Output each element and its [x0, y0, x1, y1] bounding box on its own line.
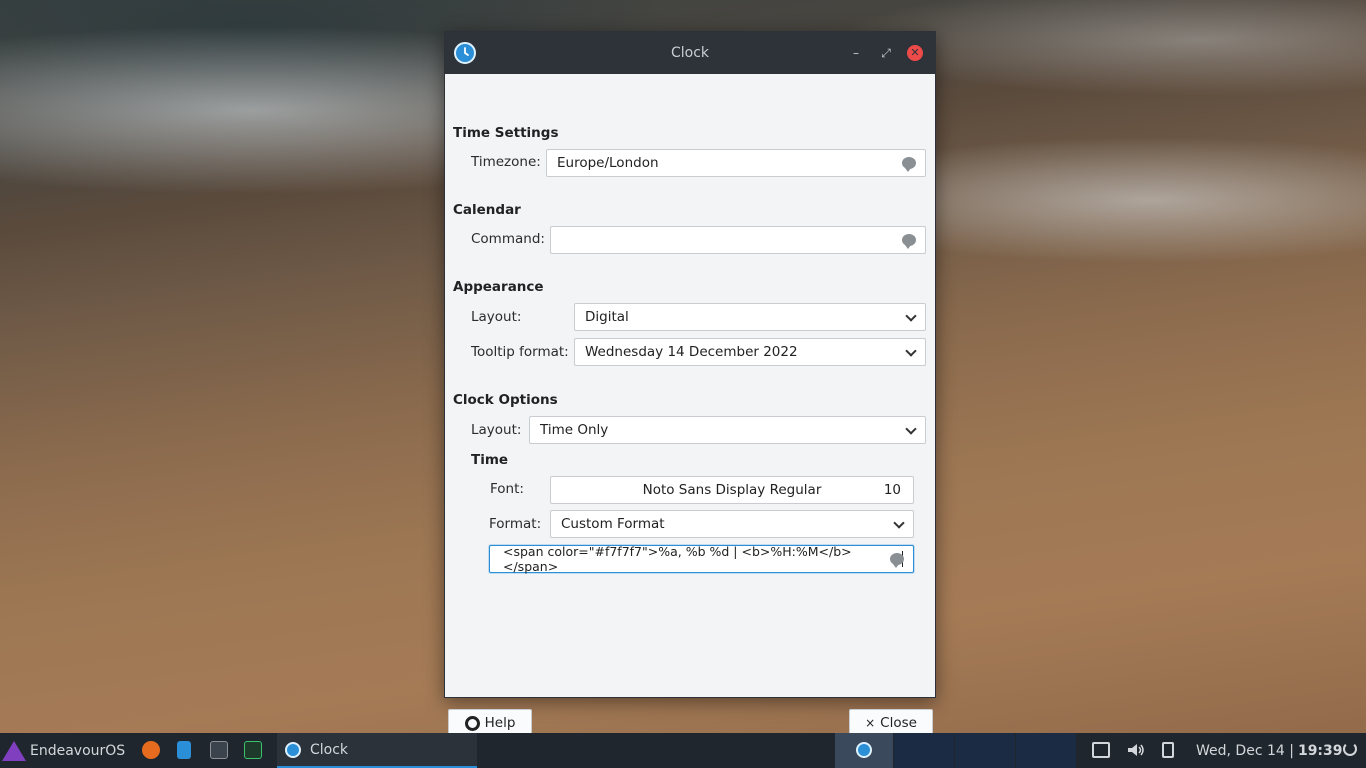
time-settings-heading: Time Settings	[453, 125, 559, 141]
taskbar-clock[interactable]: Wed, Dec 14 | 19:39	[1196, 733, 1343, 768]
display-icon[interactable]	[1092, 742, 1110, 758]
font-name: Noto Sans Display Regular	[642, 482, 822, 498]
appearance-layout-value: Digital	[585, 309, 629, 325]
dialog-content: Time Settings Timezone: Europe/London Ca…	[445, 74, 935, 737]
tooltip-format-value: Wednesday 14 December 2022	[585, 344, 798, 360]
lifebuoy-icon	[464, 715, 480, 731]
chevron-down-icon	[893, 517, 905, 529]
power-icon[interactable]	[1162, 742, 1174, 758]
font-label: Font:	[490, 481, 524, 497]
workspace-1[interactable]	[835, 733, 893, 768]
chevron-down-icon	[905, 310, 917, 322]
clock-settings-window: Clock – ⤢ ✕ Time Settings Timezone: Euro…	[444, 31, 936, 737]
tooltip-format-label: Tooltip format:	[471, 344, 569, 360]
appearance-heading: Appearance	[453, 279, 544, 295]
time-heading: Time	[471, 452, 509, 468]
font-size: 10	[883, 482, 901, 498]
firefox-icon[interactable]	[142, 741, 160, 759]
chevron-down-icon	[905, 345, 917, 357]
speech-bubble-icon[interactable]	[902, 234, 916, 249]
command-input[interactable]	[550, 226, 926, 254]
endeavouros-logo-icon	[2, 740, 26, 761]
tooltip-format-select[interactable]: Wednesday 14 December 2022	[574, 338, 926, 366]
close-label: Close	[880, 715, 917, 731]
window-title: Clock	[670, 45, 710, 61]
taskbar-task-clock[interactable]: Clock	[277, 733, 477, 768]
workspace-3[interactable]	[955, 733, 1015, 768]
custom-format-value: <span color="#f7f7f7">%a, %b %d | <b>%H:…	[503, 544, 852, 574]
timezone-input[interactable]: Europe/London	[546, 149, 926, 177]
clock-app-icon	[285, 741, 301, 758]
maximize-button[interactable]: ⤢	[878, 45, 894, 61]
clock-layout-value: Time Only	[540, 422, 609, 438]
start-menu-button[interactable]: EndeavourOS	[2, 733, 125, 768]
taskbar-task-label: Clock	[310, 741, 349, 758]
chevron-down-icon	[905, 423, 917, 435]
font-chooser-button[interactable]: Noto Sans Display Regular 10	[550, 476, 914, 504]
workspace-4[interactable]	[1016, 733, 1076, 768]
command-label: Command:	[471, 231, 545, 247]
format-label: Format:	[489, 516, 542, 532]
appearance-layout-label: Layout:	[471, 309, 522, 325]
appearance-layout-select[interactable]: Digital	[574, 303, 926, 331]
close-icon: ×	[865, 716, 876, 730]
file-manager-icon[interactable]	[177, 741, 191, 759]
calendar-heading: Calendar	[453, 202, 521, 218]
workspace-2[interactable]	[894, 733, 954, 768]
clock-layout-select[interactable]: Time Only	[529, 416, 926, 444]
volume-icon[interactable]	[1126, 742, 1146, 758]
format-select[interactable]: Custom Format	[550, 510, 914, 538]
taskbar-time: 19:39	[1297, 742, 1343, 759]
window-titlebar[interactable]: Clock – ⤢ ✕	[445, 32, 935, 74]
timezone-value: Europe/London	[557, 155, 659, 171]
power-button-icon[interactable]	[1343, 742, 1357, 756]
taskbar: EndeavourOS Clock Wed, Dec 14 | 19:39	[0, 733, 1366, 768]
speech-bubble-icon[interactable]	[890, 553, 904, 568]
system-monitor-icon[interactable]	[244, 741, 262, 759]
clock-layout-label: Layout:	[471, 422, 522, 438]
start-menu-label: EndeavourOS	[30, 742, 126, 759]
speech-bubble-icon[interactable]	[902, 157, 916, 172]
terminal-icon[interactable]	[210, 741, 228, 759]
taskbar-date: Wed, Dec 14 |	[1196, 742, 1294, 759]
clock-options-heading: Clock Options	[453, 392, 558, 408]
format-value: Custom Format	[561, 516, 665, 532]
window-close-button[interactable]: ✕	[907, 45, 923, 61]
minimize-button[interactable]: –	[848, 45, 864, 61]
help-label: Help	[484, 715, 516, 731]
clock-app-icon	[856, 742, 872, 758]
clock-app-icon	[454, 42, 476, 64]
timezone-label: Timezone:	[471, 154, 541, 170]
custom-format-input[interactable]: <span color="#f7f7f7">%a, %b %d | <b>%H:…	[489, 544, 914, 574]
